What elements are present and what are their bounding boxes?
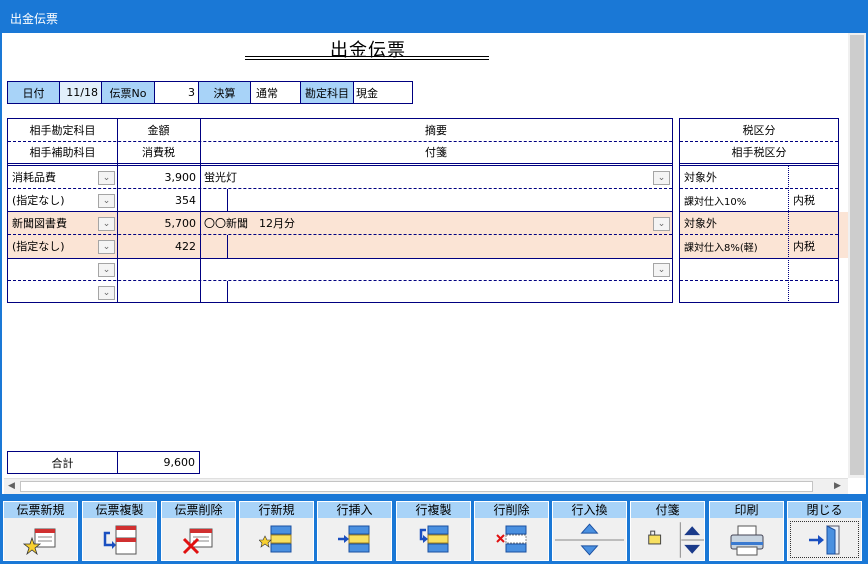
account-label: 勘定科目: [300, 81, 354, 104]
swap-row-button[interactable]: 行入換: [552, 501, 627, 561]
insert-row-icon: [318, 519, 391, 560]
row1-inclusive[interactable]: 内税: [789, 189, 838, 211]
copy-voucher-label: 伝票複製: [83, 502, 156, 518]
new-voucher-button[interactable]: 伝票新規: [3, 501, 78, 561]
row1-summary[interactable]: 蛍光灯: [200, 166, 640, 188]
row2-tax-category[interactable]: 対象外: [680, 212, 788, 234]
row2-summary[interactable]: 〇〇新聞 12月分: [200, 212, 640, 234]
account-field[interactable]: 現金: [353, 81, 413, 104]
chevron-down-icon[interactable]: ⌄: [98, 263, 115, 277]
chevron-down-icon[interactable]: ⌄: [98, 171, 115, 185]
settlement-label: 決算: [198, 81, 251, 104]
row1-counter-tax[interactable]: 課対仕入10%: [680, 189, 788, 211]
voucher-client-area: 出金伝票 日付 11/18 伝票No 3 決算 通常 勘定科目 現金 相手勘定科…: [2, 33, 866, 494]
date-label: 日付: [7, 81, 60, 104]
printer-icon: [710, 519, 783, 560]
copy-document-icon: [83, 519, 156, 560]
tag-button[interactable]: 付箋: [630, 501, 705, 561]
window-title: 出金伝票: [0, 0, 868, 33]
horizontal-scrollbar[interactable]: ◀ ▶: [4, 478, 848, 494]
chevron-down-icon[interactable]: ⌄: [653, 217, 670, 231]
chevron-down-icon[interactable]: ⌄: [98, 240, 115, 254]
tag-label: 付箋: [631, 502, 704, 518]
chevron-down-icon[interactable]: ⌄: [98, 194, 115, 208]
new-row-label: 行新規: [240, 502, 313, 518]
tag-icon: [631, 519, 704, 560]
total-value: 9,600: [163, 456, 196, 469]
title-double-underline: [245, 56, 489, 60]
chevron-down-icon[interactable]: ⌄: [653, 263, 670, 277]
row2-inclusive[interactable]: 内税: [789, 235, 838, 257]
delete-voucher-button[interactable]: 伝票削除: [161, 501, 236, 561]
row1-sub[interactable]: (指定なし): [8, 189, 98, 211]
delete-row-icon: [475, 519, 548, 560]
row1-tax[interactable]: 354: [117, 189, 200, 211]
row2-sub[interactable]: (指定なし): [8, 235, 98, 257]
close-button[interactable]: 閉じる: [787, 501, 862, 561]
print-button[interactable]: 印刷: [709, 501, 784, 561]
tax-grid: 税区分 相手税区分 対象外 課対仕入10% 内税 対象外 課対仕入8%(軽) 内…: [679, 118, 839, 303]
chevron-down-icon[interactable]: ⌄: [98, 217, 115, 231]
copy-row-label: 行複製: [397, 502, 470, 518]
scroll-left-icon[interactable]: ◀: [8, 481, 15, 491]
row2-counter-tax[interactable]: 課対仕入8%(軽): [680, 235, 788, 257]
delete-voucher-label: 伝票削除: [162, 502, 235, 518]
row1-account[interactable]: 消耗品費: [8, 166, 98, 188]
print-label: 印刷: [710, 502, 783, 518]
row2-account[interactable]: 新聞図書費: [8, 212, 98, 234]
new-row-button[interactable]: 行新規: [239, 501, 314, 561]
row1-tax-category[interactable]: 対象外: [680, 166, 788, 188]
col-counter-sub: 相手補助科目: [29, 146, 96, 159]
copy-voucher-button[interactable]: 伝票複製: [82, 501, 157, 561]
col-tag: 付箋: [425, 146, 447, 159]
col-tax: 消費税: [142, 146, 175, 159]
swap-row-label: 行入換: [553, 502, 626, 518]
new-document-icon: [4, 519, 77, 560]
insert-row-button[interactable]: 行挿入: [317, 501, 392, 561]
delete-row-label: 行削除: [475, 502, 548, 518]
total-box: 合計 9,600: [7, 451, 200, 474]
voucher-no-field[interactable]: 3: [154, 81, 199, 104]
new-row-icon: [240, 519, 313, 560]
new-voucher-label: 伝票新規: [4, 502, 77, 518]
delete-document-icon: [162, 519, 235, 560]
voucher-no-label: 伝票No: [101, 81, 155, 104]
bottom-toolbar: 伝票新規 伝票複製 伝票削除 行新規 行挿入 行複製 行削除 行入換 付箋 印刷…: [0, 494, 868, 564]
chevron-down-icon[interactable]: ⌄: [653, 171, 670, 185]
row2-amount[interactable]: 5,700: [117, 212, 200, 234]
scroll-right-icon[interactable]: ▶: [834, 481, 841, 491]
exit-door-icon: [790, 521, 859, 558]
col-counter-account: 相手勘定科目: [29, 124, 96, 137]
col-tax-category: 税区分: [742, 124, 776, 137]
delete-row-button[interactable]: 行削除: [474, 501, 549, 561]
copy-row-button[interactable]: 行複製: [396, 501, 471, 561]
chevron-down-icon[interactable]: ⌄: [98, 286, 115, 300]
date-field[interactable]: 11/18: [59, 81, 102, 104]
swap-arrows-icon: [553, 519, 626, 560]
copy-row-icon: [397, 519, 470, 560]
total-label: 合計: [51, 456, 74, 470]
row1-amount[interactable]: 3,900: [117, 166, 200, 188]
insert-row-label: 行挿入: [318, 502, 391, 518]
col-amount: 金額: [147, 124, 170, 137]
col-summary: 摘要: [425, 124, 447, 137]
close-label: 閉じる: [788, 502, 861, 518]
journal-grid: 相手勘定科目 相手補助科目 金額 消費税 摘要 付箋 消耗品費 ⌄ (指定なし)…: [7, 118, 673, 303]
settlement-field[interactable]: 通常: [250, 81, 301, 104]
col-counter-tax-category: 相手税区分: [731, 146, 787, 159]
vertical-scrollbar[interactable]: [848, 33, 866, 478]
row2-tax[interactable]: 422: [117, 235, 200, 257]
